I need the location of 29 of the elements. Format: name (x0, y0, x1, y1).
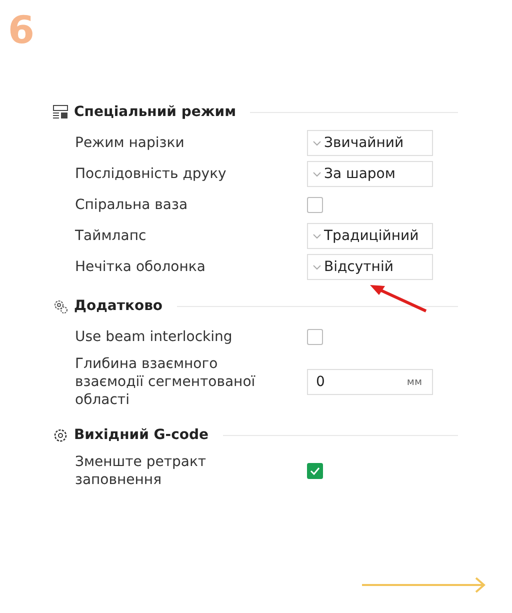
number-field[interactable]: 0 мм (307, 369, 433, 395)
step-number: 6 (8, 8, 34, 52)
section-title: Додатково (74, 298, 163, 314)
checkbox[interactable] (307, 197, 323, 213)
check-icon (310, 467, 320, 475)
setting-label: Нечітка оболонка (75, 258, 206, 276)
setting-label: Глибина взаємного взаємодії сегментованої області (75, 355, 256, 409)
setting-label: Таймлапс (75, 227, 148, 245)
chevron-down-icon (313, 140, 321, 146)
chevron-down-icon (313, 234, 321, 238)
dropdown[interactable]: Відсутній (307, 254, 433, 280)
chevron-down-icon (313, 172, 321, 176)
setting-label: Послідовність друку (75, 165, 228, 183)
gears-icon (53, 298, 68, 314)
dropdown[interactable]: За шаром (307, 161, 433, 187)
setting-label: Спіральна ваза (75, 196, 189, 214)
setting-label: Режим нарізки (75, 134, 186, 152)
layout-icon (53, 105, 68, 119)
arrow-right-icon (360, 576, 488, 594)
section-title: Спеціальний режим (74, 104, 236, 120)
settings-icon (53, 428, 68, 442)
dropdown[interactable]: Звичайний (307, 130, 433, 156)
setting-label: Use beam interlocking (75, 328, 234, 346)
checkbox[interactable] (307, 463, 323, 479)
chevron-down-icon (313, 264, 321, 270)
dropdown[interactable]: Традиційний (307, 223, 433, 249)
checkbox[interactable] (307, 329, 323, 345)
setting-label: Зменште ретракт заповнення (75, 453, 208, 489)
section-title: Вихідний G-code (74, 427, 209, 443)
